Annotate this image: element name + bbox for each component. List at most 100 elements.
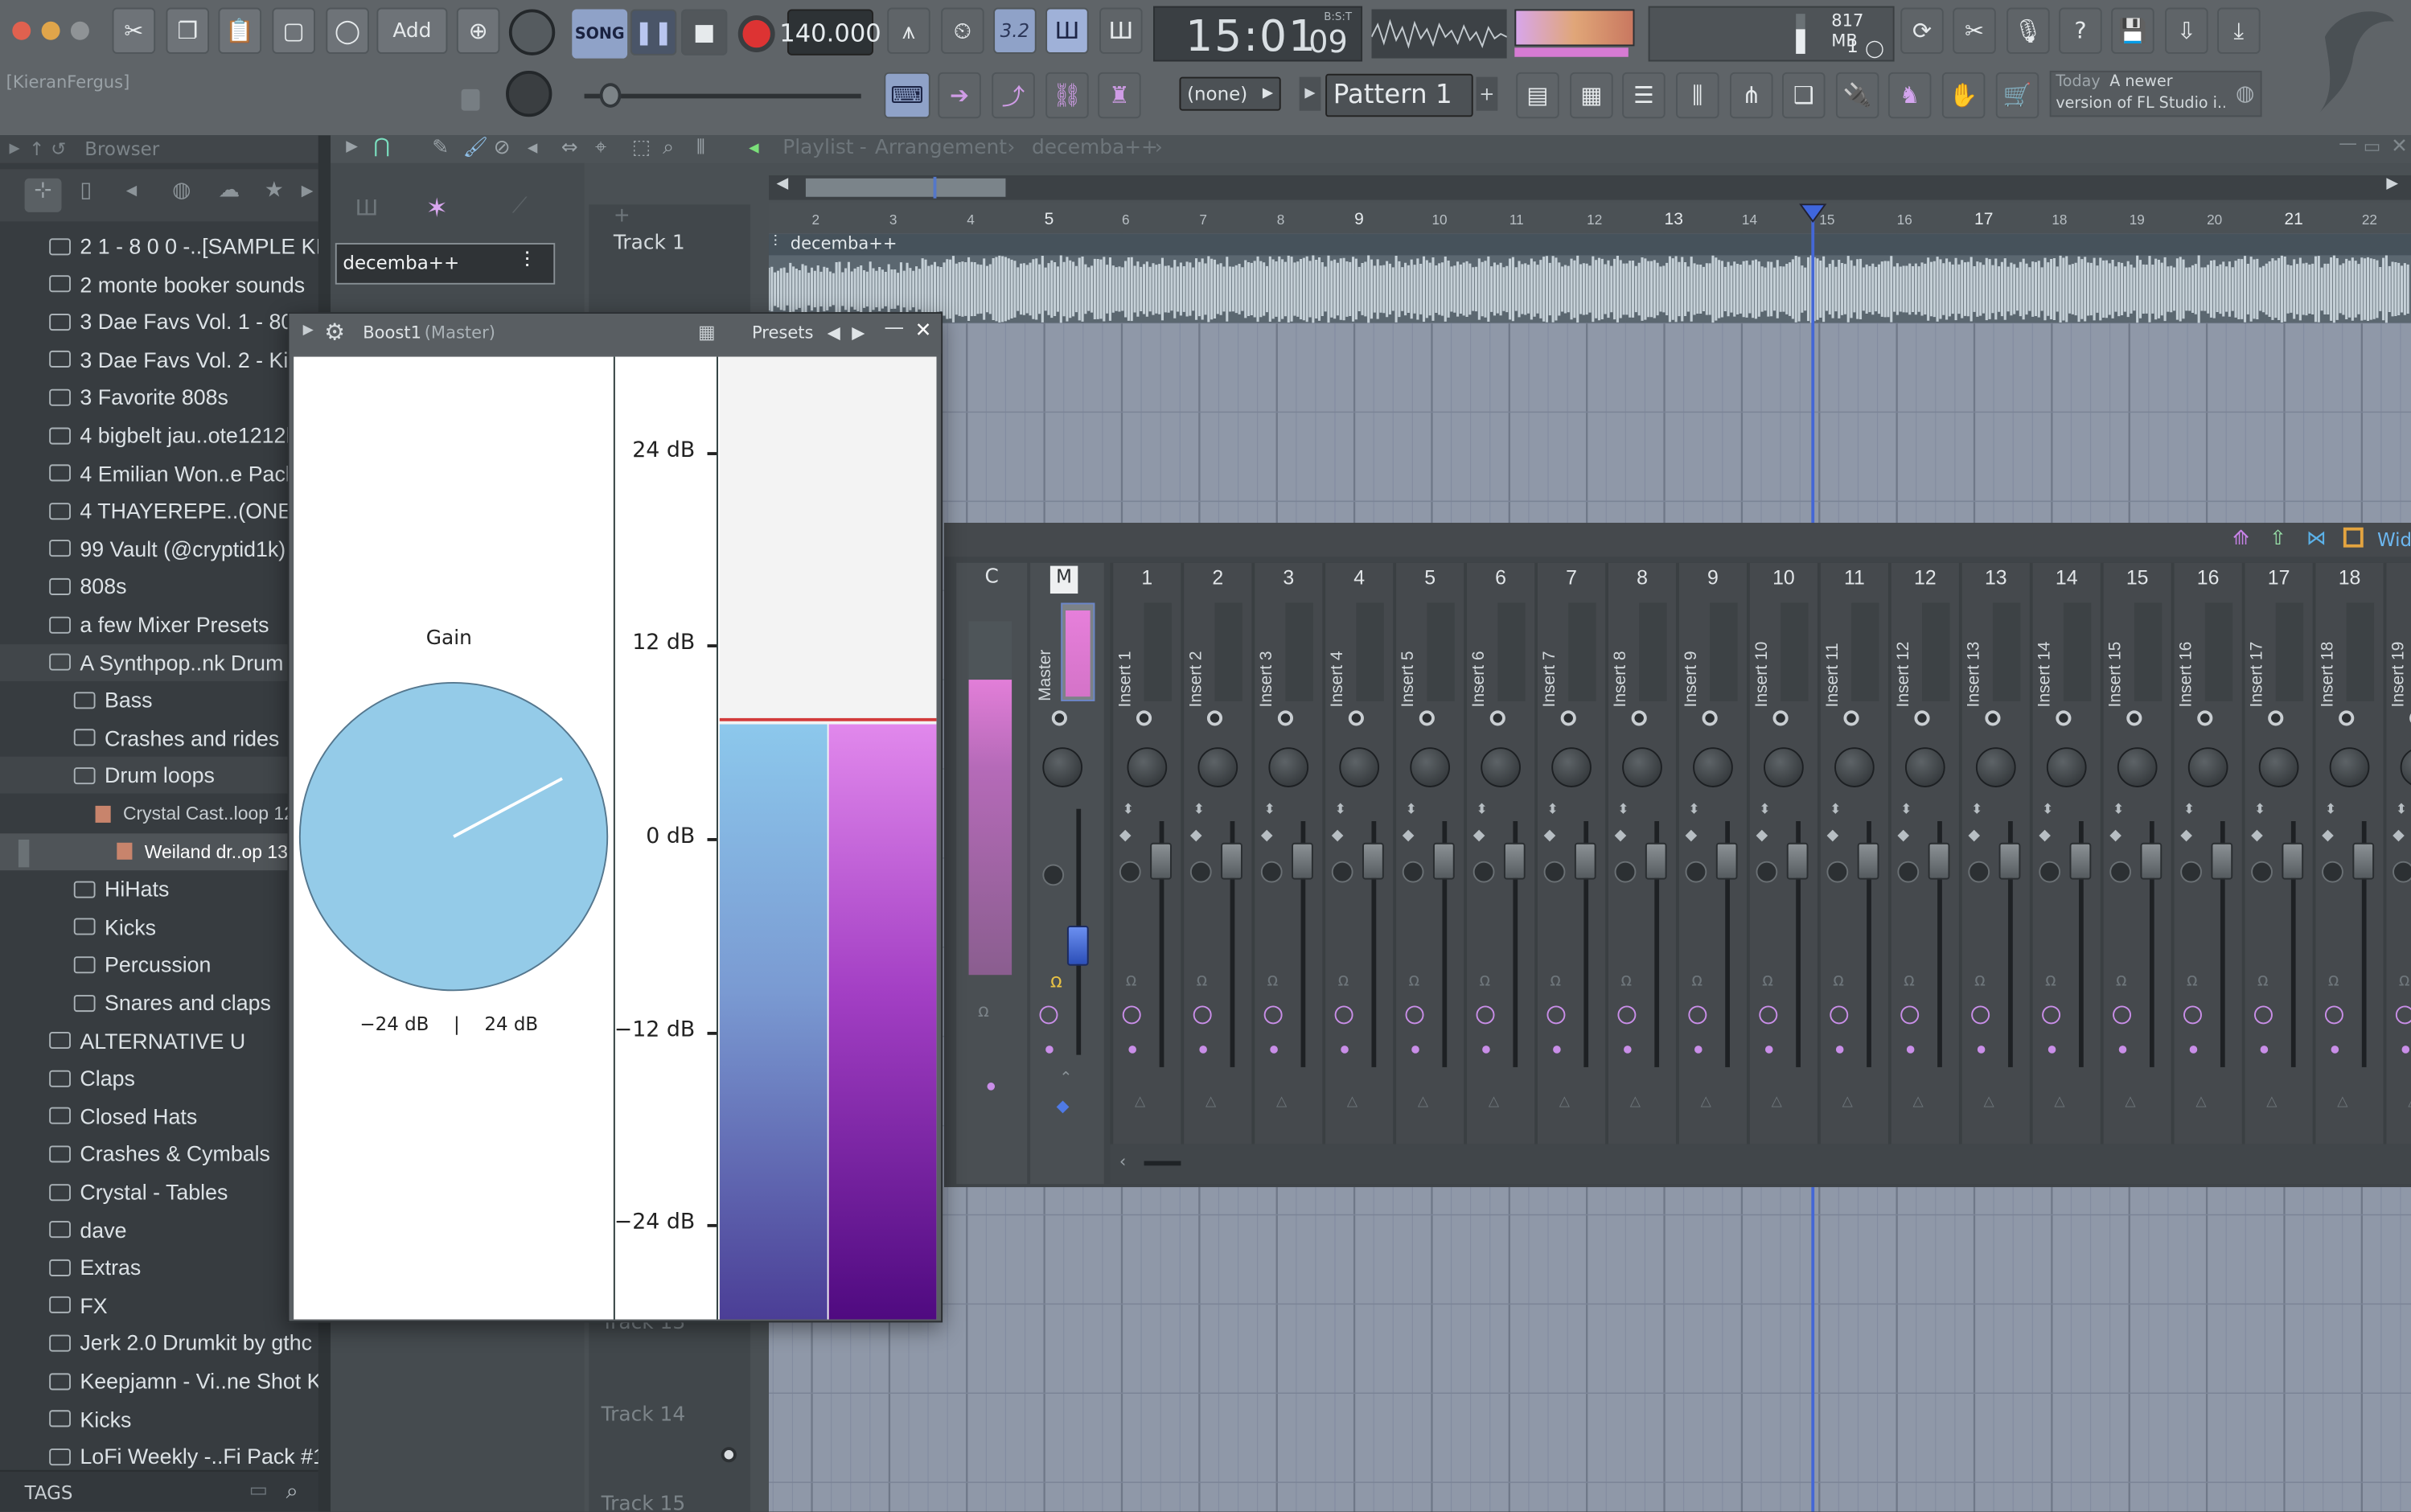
insert-volume-fader[interactable] [1292,842,1313,880]
scroll-right-icon[interactable]: ▶ [302,183,314,200]
song-mode-button[interactable]: SONG [572,9,628,59]
add-track-icon[interactable]: + [614,204,630,228]
scissors-icon[interactable]: ✂ [1953,7,1996,54]
insert-clock-icon[interactable] [2183,1005,2202,1025]
microphone-icon[interactable]: 🎙 [2006,7,2050,54]
tag-folder-icon[interactable]: ▭ [249,1479,269,1502]
insert-enable-led[interactable] [1348,710,1364,726]
swap-icon[interactable]: ⬍ [1759,803,1770,818]
master-pitch-knob[interactable] [506,70,552,117]
folder-item[interactable]: Extras [0,1249,318,1286]
insert-mic-icon[interactable]: ꭥ [1479,966,1490,992]
insert-mic-icon[interactable]: ꭥ [1337,966,1349,992]
insert-name[interactable]: Insert 9 [1682,603,1704,707]
insert-name[interactable]: Insert 8 [1612,603,1633,707]
mixer-window-icon[interactable]: ⫼ [1676,72,1719,119]
insert-name[interactable]: Insert 1 [1116,603,1138,707]
route-arrow-icon[interactable]: △ [2195,1095,2206,1110]
folder-item[interactable]: Drum loops [0,757,318,795]
pause-button[interactable]: ❚❚ [630,9,677,55]
expand-icon[interactable]: ▶ [346,138,358,155]
insert-mic-icon[interactable]: ꭥ [1904,966,1915,992]
maximize-icon[interactable]: ▭ [2364,135,2381,157]
route-arrow-icon[interactable]: △ [2337,1095,2347,1110]
stereo-icon[interactable]: ◆ [1190,828,1202,844]
insert-mic-icon[interactable]: ꭥ [1974,966,1986,992]
insert-enable-led[interactable] [2268,710,2284,726]
folder-item[interactable]: Crashes and rides [0,719,318,756]
insert-name[interactable]: Insert 3 [1258,603,1279,707]
overview-scrollbar[interactable] [805,178,1006,197]
breadcrumb-arrangement[interactable]: Arrangement [875,137,1007,160]
comment-icon[interactable]: ◯ [326,7,369,54]
speaker-icon[interactable]: ◂ [749,137,758,160]
folder-item[interactable]: 3 Favorite 808s [0,379,318,416]
insert-volume-fader[interactable] [2282,842,2304,880]
folder-item[interactable]: Snares and claps [0,984,318,1021]
export-icon[interactable]: ⤓ [2217,7,2261,54]
playlist-window-icon[interactable]: ▤ [1516,72,1559,119]
stereo-icon[interactable]: ◆ [1403,828,1415,844]
insert-enable-led[interactable] [1560,710,1576,726]
insert-name[interactable]: Insert 2 [1187,603,1209,707]
folder-item[interactable]: HiHats [0,871,318,908]
audio-clip[interactable]: ⫶ decemba++ [769,233,2411,323]
loop-record-icon[interactable]: Ш [1099,7,1143,54]
layout-icon[interactable] [2343,527,2364,548]
route-arrow-icon[interactable]: △ [1842,1095,1853,1110]
track-14-label[interactable]: Track 14 [602,1404,686,1428]
route-arrow-icon[interactable]: △ [1418,1095,1428,1110]
swap-icon[interactable]: ⬍ [1546,803,1558,818]
file-item[interactable]: Crystal Cast..loop 120 B [0,795,318,832]
route-arrow-icon[interactable]: △ [1913,1095,1924,1110]
step-sequencer-icon[interactable]: ☰ [1622,72,1666,119]
master-volume-knob[interactable] [508,9,556,55]
insert-pan-knob[interactable] [1551,747,1592,787]
folder-item[interactable]: 3 Dae Favs Vol. 2 - Kic [0,341,318,378]
folder-item[interactable]: Kicks [0,909,318,946]
insert-volume-fader[interactable] [1150,842,1172,880]
folder-item[interactable]: Bass [0,681,318,718]
tempo-tapper-icon[interactable]: ✋ [1941,72,1986,119]
folder-item[interactable]: 808s [0,568,318,605]
metronome-icon[interactable]: ⩚ [887,7,930,54]
record-button[interactable] [737,15,775,53]
master-mic-icon[interactable]: ꭥ [1050,966,1062,993]
folder-item[interactable]: 2 monte booker sounds [0,265,318,302]
minimize-icon[interactable]: — [2339,132,2357,154]
pattern-prev-icon[interactable]: ▶ [1299,76,1321,111]
insert-stereo-knob[interactable] [1472,861,1495,883]
insert-volume-fader[interactable] [1574,842,1596,880]
step-edit-icon[interactable]: Ш [1045,7,1089,54]
gear-icon[interactable]: ⚙ [324,318,345,346]
insert-stereo-knob[interactable] [1331,861,1353,883]
swap-icon[interactable]: ⬍ [1688,803,1699,818]
insert-pan-knob[interactable] [2400,747,2411,787]
folder-item[interactable]: 3 Dae Favs Vol. 1 - 808 [0,303,318,340]
preset-next-icon[interactable]: ▶ [852,323,865,343]
insert-name[interactable]: Insert 13 [1965,603,1987,708]
insert-pan-knob[interactable] [1481,747,1521,787]
insert-name[interactable]: Insert 4 [1329,603,1350,707]
add-menu-button[interactable]: Add [376,7,448,54]
close-window-icon[interactable] [12,21,31,40]
plugin-menu-arrow-icon[interactable]: ▶ [303,323,314,339]
route-arrow-icon[interactable]: △ [1206,1095,1216,1110]
insert-name[interactable]: Insert 11 [1824,603,1846,707]
stamp-icon[interactable]: ♜ [1098,72,1141,119]
audio-mode-icon[interactable]: ✶ [426,194,448,224]
insert-volume-fader[interactable] [1645,842,1667,880]
insert-name[interactable]: Insert 5 [1399,603,1421,707]
back-icon[interactable]: ↺ [51,138,66,160]
insert-clock-icon[interactable] [2324,1005,2343,1025]
insert-clock-icon[interactable] [2042,1005,2061,1025]
insert-mic-icon[interactable]: ꭥ [1691,966,1702,992]
help-icon[interactable]: ? [2059,7,2102,54]
insert-volume-fader[interactable] [1857,842,1879,880]
folder-item[interactable]: Claps [0,1060,318,1097]
swap-icon[interactable]: ⬍ [2042,803,2053,818]
insert-enable-led[interactable] [2197,710,2213,726]
insert-mic-icon[interactable]: ꭥ [1620,966,1632,992]
bowtie-icon[interactable]: ⋈ [2306,528,2327,551]
insert-enable-led[interactable] [1772,710,1789,726]
